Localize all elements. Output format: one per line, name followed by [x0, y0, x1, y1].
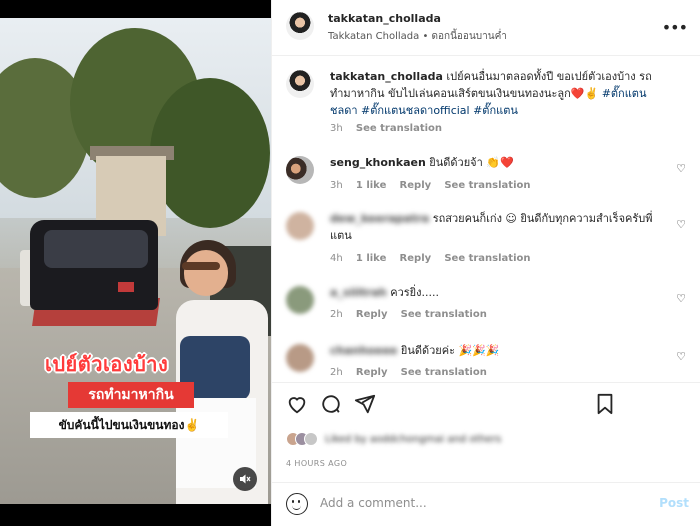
heart-icon: ♡ [676, 292, 686, 305]
comment-icon [322, 395, 340, 413]
comment-like-button[interactable]: ♡ [676, 292, 686, 305]
comment-likes[interactable]: 1 like [356, 180, 386, 191]
comment-button[interactable] [320, 393, 342, 420]
comment-username[interactable]: a_siiitrah [330, 286, 387, 299]
owner-username[interactable]: takkatan_chollada [328, 12, 441, 25]
instagram-post-window: เปย์ตัวเองบ้าง รถทำมาหากิน ขับคันนี้ไปขน… [0, 0, 700, 526]
heart-icon [288, 397, 306, 414]
video-caption-line: ขับคันนี้ไปขนเงินขนทอง✌️ [30, 412, 228, 438]
heart-icon: ♡ [676, 162, 686, 175]
comment-likes[interactable]: 1 like [356, 253, 386, 264]
comment-see-translation[interactable]: See translation [444, 180, 530, 191]
add-comment-input[interactable]: Add a comment... [320, 496, 427, 510]
heart-icon: ♡ [676, 218, 686, 231]
liked-by[interactable]: Liked by aoddchongmai and others [286, 431, 501, 447]
comment-see-translation[interactable]: See translation [401, 367, 487, 378]
caption-avatar[interactable] [286, 70, 314, 98]
comment-time[interactable]: 4h [330, 253, 343, 264]
post-comment-button[interactable]: Post [659, 496, 689, 510]
post-header: takkatan_chollada Takkatan Chollada • ดอ… [272, 0, 700, 56]
comment-text: ยินดีด้วยจ้า 👏❤️ [429, 156, 514, 169]
post-timestamp[interactable]: 4 HOURS AGO [286, 459, 347, 468]
post-media[interactable]: เปย์ตัวเองบ้าง รถทำมาหากิน ขับคันนี้ไปขน… [0, 0, 271, 526]
comment-like-button[interactable]: ♡ [676, 350, 686, 363]
video-caption-title: เปย์ตัวเองบ้าง [45, 352, 169, 376]
share-icon [354, 394, 376, 414]
comment-text: ยินดีด้วยค่ะ 🎉🎉🎉 [400, 344, 500, 357]
save-icon [597, 393, 613, 415]
comment-reply[interactable]: Reply [356, 309, 388, 320]
comment-avatar[interactable] [286, 156, 314, 184]
heart-icon: ♡ [676, 350, 686, 363]
comment-avatar[interactable] [286, 344, 314, 372]
comment-time[interactable]: 3h [330, 180, 343, 191]
more-options-button[interactable]: ••• [661, 18, 688, 37]
share-button[interactable] [354, 393, 376, 420]
caption-time[interactable]: 3h [330, 123, 343, 134]
comments-list[interactable]: takkatan_chollada เปย์คนอื่นมาตลอดทั้งปี… [272, 56, 700, 382]
comment-reply[interactable]: Reply [400, 180, 432, 191]
comment-reply[interactable]: Reply [400, 253, 432, 264]
like-button[interactable] [286, 393, 308, 420]
owner-subtitle[interactable]: Takkatan Chollada • ดอกนี้ออนบานค่ำ [328, 29, 507, 44]
comment-see-translation[interactable]: See translation [401, 309, 487, 320]
comment-avatar[interactable] [286, 286, 314, 314]
comment-like-button[interactable]: ♡ [676, 218, 686, 231]
caption-see-translation[interactable]: See translation [356, 123, 442, 134]
mute-icon [240, 474, 251, 484]
comment-username[interactable]: seng_khonkaen [330, 156, 426, 169]
comment-reply[interactable]: Reply [356, 367, 388, 378]
comment-see-translation[interactable]: See translation [444, 253, 530, 264]
more-icon: ••• [661, 18, 688, 37]
action-bar: Liked by aoddchongmai and others 4 HOURS… [272, 382, 700, 482]
comment-time[interactable]: 2h [330, 309, 343, 320]
liked-by-text[interactable]: Liked by aoddchongmai and others [325, 434, 501, 445]
emoji-button[interactable] [286, 493, 308, 515]
comment-like-button[interactable]: ♡ [676, 162, 686, 175]
post-details: takkatan_chollada Takkatan Chollada • ดอ… [271, 0, 700, 526]
comment-avatar[interactable] [286, 212, 314, 240]
comment-text: ควรยิ่ง..... [390, 286, 439, 299]
owner-avatar[interactable] [286, 12, 314, 40]
save-button[interactable] [594, 393, 616, 420]
caption-username[interactable]: takkatan_chollada [330, 70, 443, 83]
mute-button[interactable] [233, 467, 257, 491]
comment-username[interactable]: dew_keerapatra [330, 212, 429, 225]
add-comment-bar: Add a comment... Post [272, 482, 700, 526]
video-caption-subtitle: รถทำมาหากิน [68, 382, 194, 408]
comment-time[interactable]: 2h [330, 367, 343, 378]
comment-username[interactable]: chanhoeee [330, 344, 397, 357]
